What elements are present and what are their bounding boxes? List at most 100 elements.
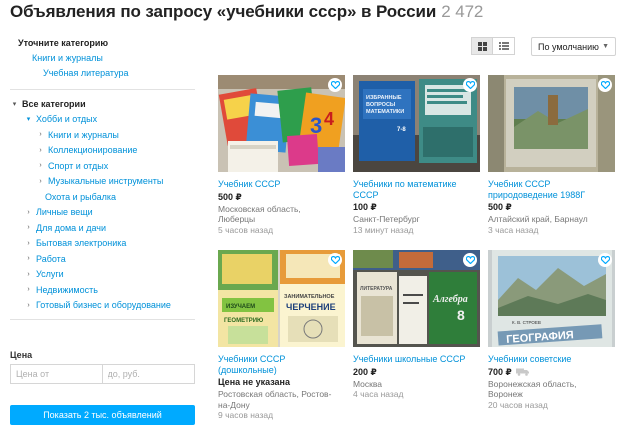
listing-photo-image: 3 4 xyxy=(218,75,345,172)
price-from-input[interactable] xyxy=(11,365,103,383)
category-hobby-collecting[interactable]: › Коллекционирование xyxy=(36,143,195,159)
category-label[interactable]: Бытовая электроника xyxy=(36,238,126,248)
category-label[interactable]: Коллекционирование xyxy=(48,145,137,155)
refine-item-books-magazines[interactable]: Книги и журналы xyxy=(32,53,195,68)
listing-price-value: 700 ₽ xyxy=(488,366,512,377)
sort-select-value: По умолчанию xyxy=(538,41,599,52)
chevron-right-icon: › xyxy=(39,131,42,139)
listing-title[interactable]: Учебник СССР природоведение 1988Г xyxy=(488,179,615,200)
category-label[interactable]: Личные вещи xyxy=(36,207,93,217)
listing-photo[interactable]: ЛИТЕРАТУРА Алгебра 8 xyxy=(353,250,480,347)
category-services[interactable]: › Услуги xyxy=(24,267,195,283)
listing-card[interactable]: Учебник СССР природоведение 1988Г 500 ₽ … xyxy=(488,75,615,235)
price-filter xyxy=(10,364,195,384)
listing-time: 9 часов назад xyxy=(218,410,274,420)
page-title: Объявления по запросу «учебники ссср» в … xyxy=(10,2,483,22)
listing-location: Санкт-Петербург xyxy=(353,214,480,225)
list-view-button[interactable] xyxy=(493,37,515,55)
category-realty[interactable]: › Недвижимость xyxy=(24,282,195,298)
listing-title-line: Учебники школьные СССР xyxy=(353,354,466,364)
listing-price: 500 ₽ xyxy=(488,202,512,212)
listing-location-line: Ростовская область, Ростов- xyxy=(218,389,332,399)
favorite-heart-icon[interactable] xyxy=(328,78,342,92)
listing-title[interactable]: Учебники по математике СССР xyxy=(353,179,480,200)
favorite-heart-icon[interactable] xyxy=(328,253,342,267)
chevron-right-icon: › xyxy=(27,286,30,294)
category-hobby-books[interactable]: › Книги и журналы xyxy=(36,127,195,143)
listing-card[interactable]: ИЗБРАННЫЕ ВОПРОСЫ МАТЕМАТИКИ 7-8 Учебник… xyxy=(353,75,480,235)
refine-category-heading: Уточните категорию xyxy=(18,38,109,48)
category-jobs[interactable]: › Работа xyxy=(24,251,195,267)
chevron-right-icon: › xyxy=(39,162,42,170)
listing-card[interactable]: К. В. СТРОЕВ ГЕОГРАФИЯ ГЕОГРАФИЯ Учебник… xyxy=(488,250,615,410)
grid-icon xyxy=(477,41,487,51)
category-label[interactable]: Книги и журналы xyxy=(48,130,119,140)
chevron-right-icon: › xyxy=(27,270,30,278)
favorite-heart-icon[interactable] xyxy=(598,253,612,267)
category-label[interactable]: Готовый бизнес и оборудование xyxy=(36,300,171,310)
delivery-truck-icon xyxy=(515,368,529,376)
listing-card[interactable]: ЛИТЕРАТУРА Алгебра 8 Учебники школьные С… xyxy=(353,250,480,400)
photo-text: ГЕОМЕТРИЮ xyxy=(224,318,263,324)
photo-text: ЛИТЕРАТУРА xyxy=(360,286,393,292)
listing-location-line: Москва xyxy=(353,378,383,389)
listing-title[interactable]: Учебники СССР (дошкольные) xyxy=(218,354,345,375)
grid-view-button[interactable] xyxy=(471,37,493,55)
category-label[interactable]: Спорт и отдых xyxy=(48,161,108,171)
listing-title[interactable]: Учебник СССР xyxy=(218,179,345,190)
listing-photo[interactable] xyxy=(488,75,615,172)
listing-photo-image: ЛИТЕРАТУРА Алгебра 8 xyxy=(353,250,480,347)
category-hobby-hunting[interactable]: Охота и рыбалка xyxy=(45,189,195,205)
photo-text: 7-8 xyxy=(397,127,406,133)
category-label[interactable]: Работа xyxy=(36,254,66,264)
chevron-right-icon: › xyxy=(27,224,30,232)
category-personal[interactable]: › Личные вещи xyxy=(24,205,195,221)
favorite-heart-icon[interactable] xyxy=(463,78,477,92)
listing-price: 200 ₽ xyxy=(353,366,377,377)
category-electronics[interactable]: › Бытовая электроника xyxy=(24,236,195,252)
chevron-right-icon: › xyxy=(39,146,42,154)
show-results-button[interactable]: Показать 2 тыс. объявлений xyxy=(10,405,195,425)
price-filter-label: Цена xyxy=(10,350,33,360)
category-all[interactable]: ▾ Все категории xyxy=(10,96,195,112)
refine-item-educational-literature[interactable]: Учебная литература xyxy=(43,68,195,83)
category-hobby[interactable]: ▾ Хобби и отдых xyxy=(24,112,195,128)
category-label[interactable]: Услуги xyxy=(36,269,64,279)
category-label[interactable]: Охота и рыбалка xyxy=(45,192,116,202)
chevron-right-icon: › xyxy=(27,301,30,309)
price-to-input[interactable] xyxy=(102,365,194,383)
listing-title-line: Учебники советские xyxy=(488,354,572,364)
sidebar-divider xyxy=(10,89,195,90)
photo-text: 8 xyxy=(457,307,465,323)
category-hobby-label[interactable]: Хобби и отдых xyxy=(36,114,97,124)
category-hobby-sport[interactable]: › Спорт и отдых xyxy=(36,158,195,174)
category-label[interactable]: Недвижимость xyxy=(36,285,98,295)
category-business[interactable]: › Готовый бизнес и оборудование xyxy=(24,298,195,314)
category-label[interactable]: Для дома и дачи xyxy=(36,223,106,233)
listing-location: Московская область, Люберцы xyxy=(218,204,345,225)
listing-card[interactable]: 3 4 Учебник СССР 500 ₽ Московская област… xyxy=(218,75,345,235)
favorite-heart-icon[interactable] xyxy=(463,253,477,267)
category-hobby-music[interactable]: › Музыкальные инструменты xyxy=(36,174,195,190)
listing-photo[interactable]: К. В. СТРОЕВ ГЕОГРАФИЯ ГЕОГРАФИЯ xyxy=(488,250,615,347)
listing-card[interactable]: ИЗУЧАЕМ ГЕОМЕТРИЮ ЗАНИМАТЕЛЬНОЕ ЧЕРЧЕНИЕ… xyxy=(218,250,345,421)
listing-photo[interactable]: ИЗУЧАЕМ ГЕОМЕТРИЮ ЗАНИМАТЕЛЬНОЕ ЧЕРЧЕНИЕ xyxy=(218,250,345,347)
listing-photo-image: ИЗБРАННЫЕ ВОПРОСЫ МАТЕМАТИКИ 7-8 xyxy=(353,75,480,172)
listing-photo[interactable]: 3 4 xyxy=(218,75,345,172)
listing-title[interactable]: Учебники советские xyxy=(488,354,615,365)
category-home[interactable]: › Для дома и дачи xyxy=(24,220,195,236)
sort-select[interactable]: По умолчанию ▼ xyxy=(531,37,616,56)
listing-time: 5 часов назад xyxy=(218,224,274,235)
listing-title-line: Учебники по математике xyxy=(353,179,457,189)
listing-location: Ростовская область, Ростов- на-Дону xyxy=(218,389,345,410)
listing-photo-image xyxy=(488,75,615,172)
category-label[interactable]: Музыкальные инструменты xyxy=(48,176,163,186)
photo-text: МАТЕМАТИКИ xyxy=(366,109,404,115)
listing-location-line: Люберцы xyxy=(218,214,256,224)
favorite-heart-icon[interactable] xyxy=(598,78,612,92)
chevron-right-icon: › xyxy=(27,208,30,216)
chevron-right-icon: › xyxy=(27,239,30,247)
listing-photo[interactable]: ИЗБРАННЫЕ ВОПРОСЫ МАТЕМАТИКИ 7-8 xyxy=(353,75,480,172)
listing-title[interactable]: Учебники школьные СССР xyxy=(353,354,480,365)
listing-time: 3 часа назад xyxy=(488,224,539,235)
